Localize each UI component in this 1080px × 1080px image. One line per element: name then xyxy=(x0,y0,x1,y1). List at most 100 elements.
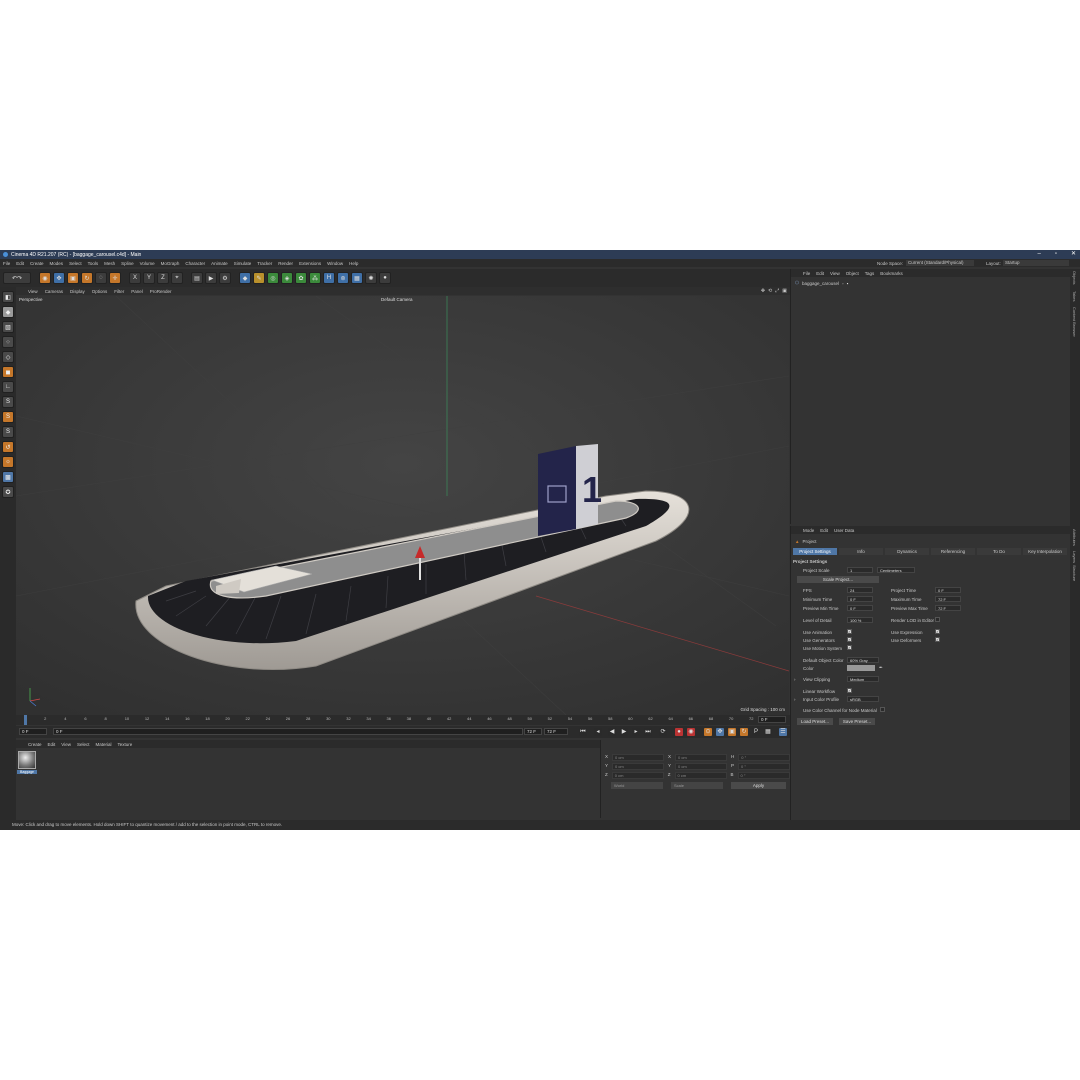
use-motion-checkbox[interactable]: ✓ xyxy=(847,645,852,650)
viewport-menu-prorender[interactable]: ProRender xyxy=(150,289,172,294)
scale-key-icon[interactable]: ▣ xyxy=(728,728,736,736)
field-icon[interactable]: ⁂ xyxy=(309,272,321,284)
locked-workplane-icon[interactable]: ↺ xyxy=(2,441,14,453)
rot-p-field[interactable]: 0 ° xyxy=(738,763,791,770)
keyframe-selection-icon[interactable]: ⊙ xyxy=(704,728,712,736)
material-menu-edit[interactable]: Edit xyxy=(48,742,56,747)
attribute-menu-user-data[interactable]: User Data xyxy=(834,528,854,533)
units-dropdown[interactable]: Centimeters xyxy=(877,567,915,573)
material-menu-material[interactable]: Material xyxy=(95,742,111,747)
points-mode-icon[interactable]: ⁘ xyxy=(2,336,14,348)
frame-range-slider[interactable]: 0 F xyxy=(53,728,523,735)
go-to-start-icon[interactable]: ⏮ xyxy=(579,728,587,736)
menu-spline[interactable]: Spline xyxy=(121,261,134,266)
apply-button[interactable]: Apply xyxy=(731,782,786,789)
menu-mograph[interactable]: MoGraph xyxy=(161,261,180,266)
material-menu-select[interactable]: Select xyxy=(77,742,90,747)
object-menu-edit[interactable]: Edit xyxy=(816,271,824,276)
end-frame-field[interactable]: 72 F xyxy=(524,728,542,735)
layout-dropdown[interactable]: Startup xyxy=(1003,260,1069,266)
rot-b-field[interactable]: 0 ° xyxy=(737,772,790,779)
object-menu-bookmarks[interactable]: Bookmarks xyxy=(880,271,903,276)
default-color-dropdown[interactable]: 60% Gray xyxy=(847,657,879,663)
material-menu-create[interactable]: Create xyxy=(28,742,42,747)
render-picture-viewer-icon[interactable]: ▶ xyxy=(205,272,217,284)
menu-volume[interactable]: Volume xyxy=(140,261,155,266)
deformer-icon[interactable]: ✿ xyxy=(295,272,307,284)
move-view-icon[interactable]: ✥ xyxy=(761,288,765,294)
tab-to-do[interactable]: To Do xyxy=(977,548,1021,555)
project-time-field[interactable]: 0 F xyxy=(935,587,961,593)
side-tab-takes[interactable]: Takes xyxy=(1072,291,1077,301)
preview-max-field[interactable]: 72 F xyxy=(935,605,961,611)
side-tab-attributes[interactable]: Attributes xyxy=(1072,529,1077,546)
side-tab-content-browser[interactable]: Content Browser xyxy=(1072,307,1077,337)
menu-window[interactable]: Window xyxy=(327,261,343,266)
use-generators-checkbox[interactable]: ✓ xyxy=(847,637,852,642)
render-lod-checkbox[interactable] xyxy=(935,617,940,622)
axis-mode-icon[interactable]: ∟ xyxy=(2,381,14,393)
maximize-view-icon[interactable]: ▣ xyxy=(782,288,787,294)
menu-edit[interactable]: Edit xyxy=(16,261,24,266)
maximize-button[interactable]: ▫ xyxy=(1055,250,1057,259)
pos-z-field[interactable]: 0 cm xyxy=(611,772,664,779)
object-name[interactable]: baggage_carousel xyxy=(802,281,839,286)
menu-create[interactable]: Create xyxy=(30,261,44,266)
max-frame-field[interactable]: 72 F xyxy=(544,728,568,735)
fps-field[interactable]: 24 xyxy=(847,587,873,593)
position-key-icon[interactable]: ✥ xyxy=(716,728,724,736)
attribute-menu-mode[interactable]: Mode xyxy=(803,528,814,533)
record-icon[interactable]: ● xyxy=(675,728,683,736)
menu-character[interactable]: Character xyxy=(185,261,205,266)
expand-arrow-2-icon[interactable]: › xyxy=(794,697,796,702)
object-row[interactable]: ⬡ baggage_carousel ▫ ▪ xyxy=(795,279,848,287)
menu-file[interactable]: File xyxy=(3,261,10,266)
viewport-menu-filter[interactable]: Filter xyxy=(114,289,124,294)
viewport-menu-display[interactable]: Display xyxy=(70,289,85,294)
texture-mode-icon[interactable]: ▧ xyxy=(2,321,14,333)
loop-icon[interactable]: ⟳ xyxy=(659,728,667,736)
object-menu-object[interactable]: Object xyxy=(846,271,859,276)
grid-icon[interactable]: ▦ xyxy=(351,272,363,284)
linear-workflow-checkbox[interactable]: ✓ xyxy=(847,688,852,693)
tab-info[interactable]: Info xyxy=(839,548,883,555)
menu-select[interactable]: Select xyxy=(69,261,82,266)
transform-icon[interactable]: ✛ xyxy=(109,272,121,284)
tab-referencing[interactable]: Referencing xyxy=(931,548,975,555)
eyedropper-icon[interactable]: ✒ xyxy=(879,665,883,671)
min-time-field[interactable]: 0 F xyxy=(847,596,873,602)
go-to-end-icon[interactable]: ⏭ xyxy=(644,728,652,736)
view-clipping-dropdown[interactable]: Medium xyxy=(847,676,879,682)
minimize-button[interactable]: – xyxy=(1037,250,1040,259)
material-tag-icon[interactable]: ▪ xyxy=(847,281,849,286)
viewport-menu-cameras[interactable]: Cameras xyxy=(45,289,63,294)
make-editable-icon[interactable]: ◧ xyxy=(2,291,14,303)
recent-tools-icon[interactable]: ◌ xyxy=(95,272,107,284)
y-axis-icon[interactable]: Y xyxy=(143,272,155,284)
render-view-icon[interactable]: ▤ xyxy=(191,272,203,284)
node-material-checkbox[interactable] xyxy=(880,707,885,712)
camera-dropdown[interactable]: Default Camera xyxy=(381,297,413,302)
rotate-icon[interactable]: ↻ xyxy=(81,272,93,284)
floor-icon[interactable]: H xyxy=(323,272,335,284)
material-menu-view[interactable]: View xyxy=(61,742,71,747)
rotation-key-icon[interactable]: ↻ xyxy=(740,728,748,736)
lod-field[interactable]: 100 % xyxy=(847,617,873,623)
timeline-menu-icon[interactable]: ☰ xyxy=(779,728,787,736)
autokey-icon[interactable]: ◉ xyxy=(687,728,695,736)
use-animation-checkbox[interactable]: ✓ xyxy=(847,629,852,634)
object-menu-view[interactable]: View xyxy=(830,271,840,276)
bulb-icon[interactable]: ● xyxy=(379,272,391,284)
material-name[interactable]: Baggage xyxy=(17,770,37,774)
size-mode-dropdown[interactable]: Scale xyxy=(671,782,723,789)
input-profile-dropdown[interactable]: sRGB xyxy=(847,696,879,702)
coordinate-mode-dropdown[interactable]: World xyxy=(611,782,663,789)
viewport-menu-options[interactable]: Options xyxy=(92,289,108,294)
visibility-icon[interactable]: ▫ xyxy=(842,281,844,286)
menu-tools[interactable]: Tools xyxy=(88,261,99,266)
rot-h-field[interactable]: 0 ° xyxy=(738,754,791,761)
light-icon[interactable]: ✺ xyxy=(365,272,377,284)
menu-mesh[interactable]: Mesh xyxy=(104,261,115,266)
subdivision-icon[interactable]: ◎ xyxy=(267,272,279,284)
side-tab-objects[interactable]: Objects xyxy=(1072,271,1077,285)
